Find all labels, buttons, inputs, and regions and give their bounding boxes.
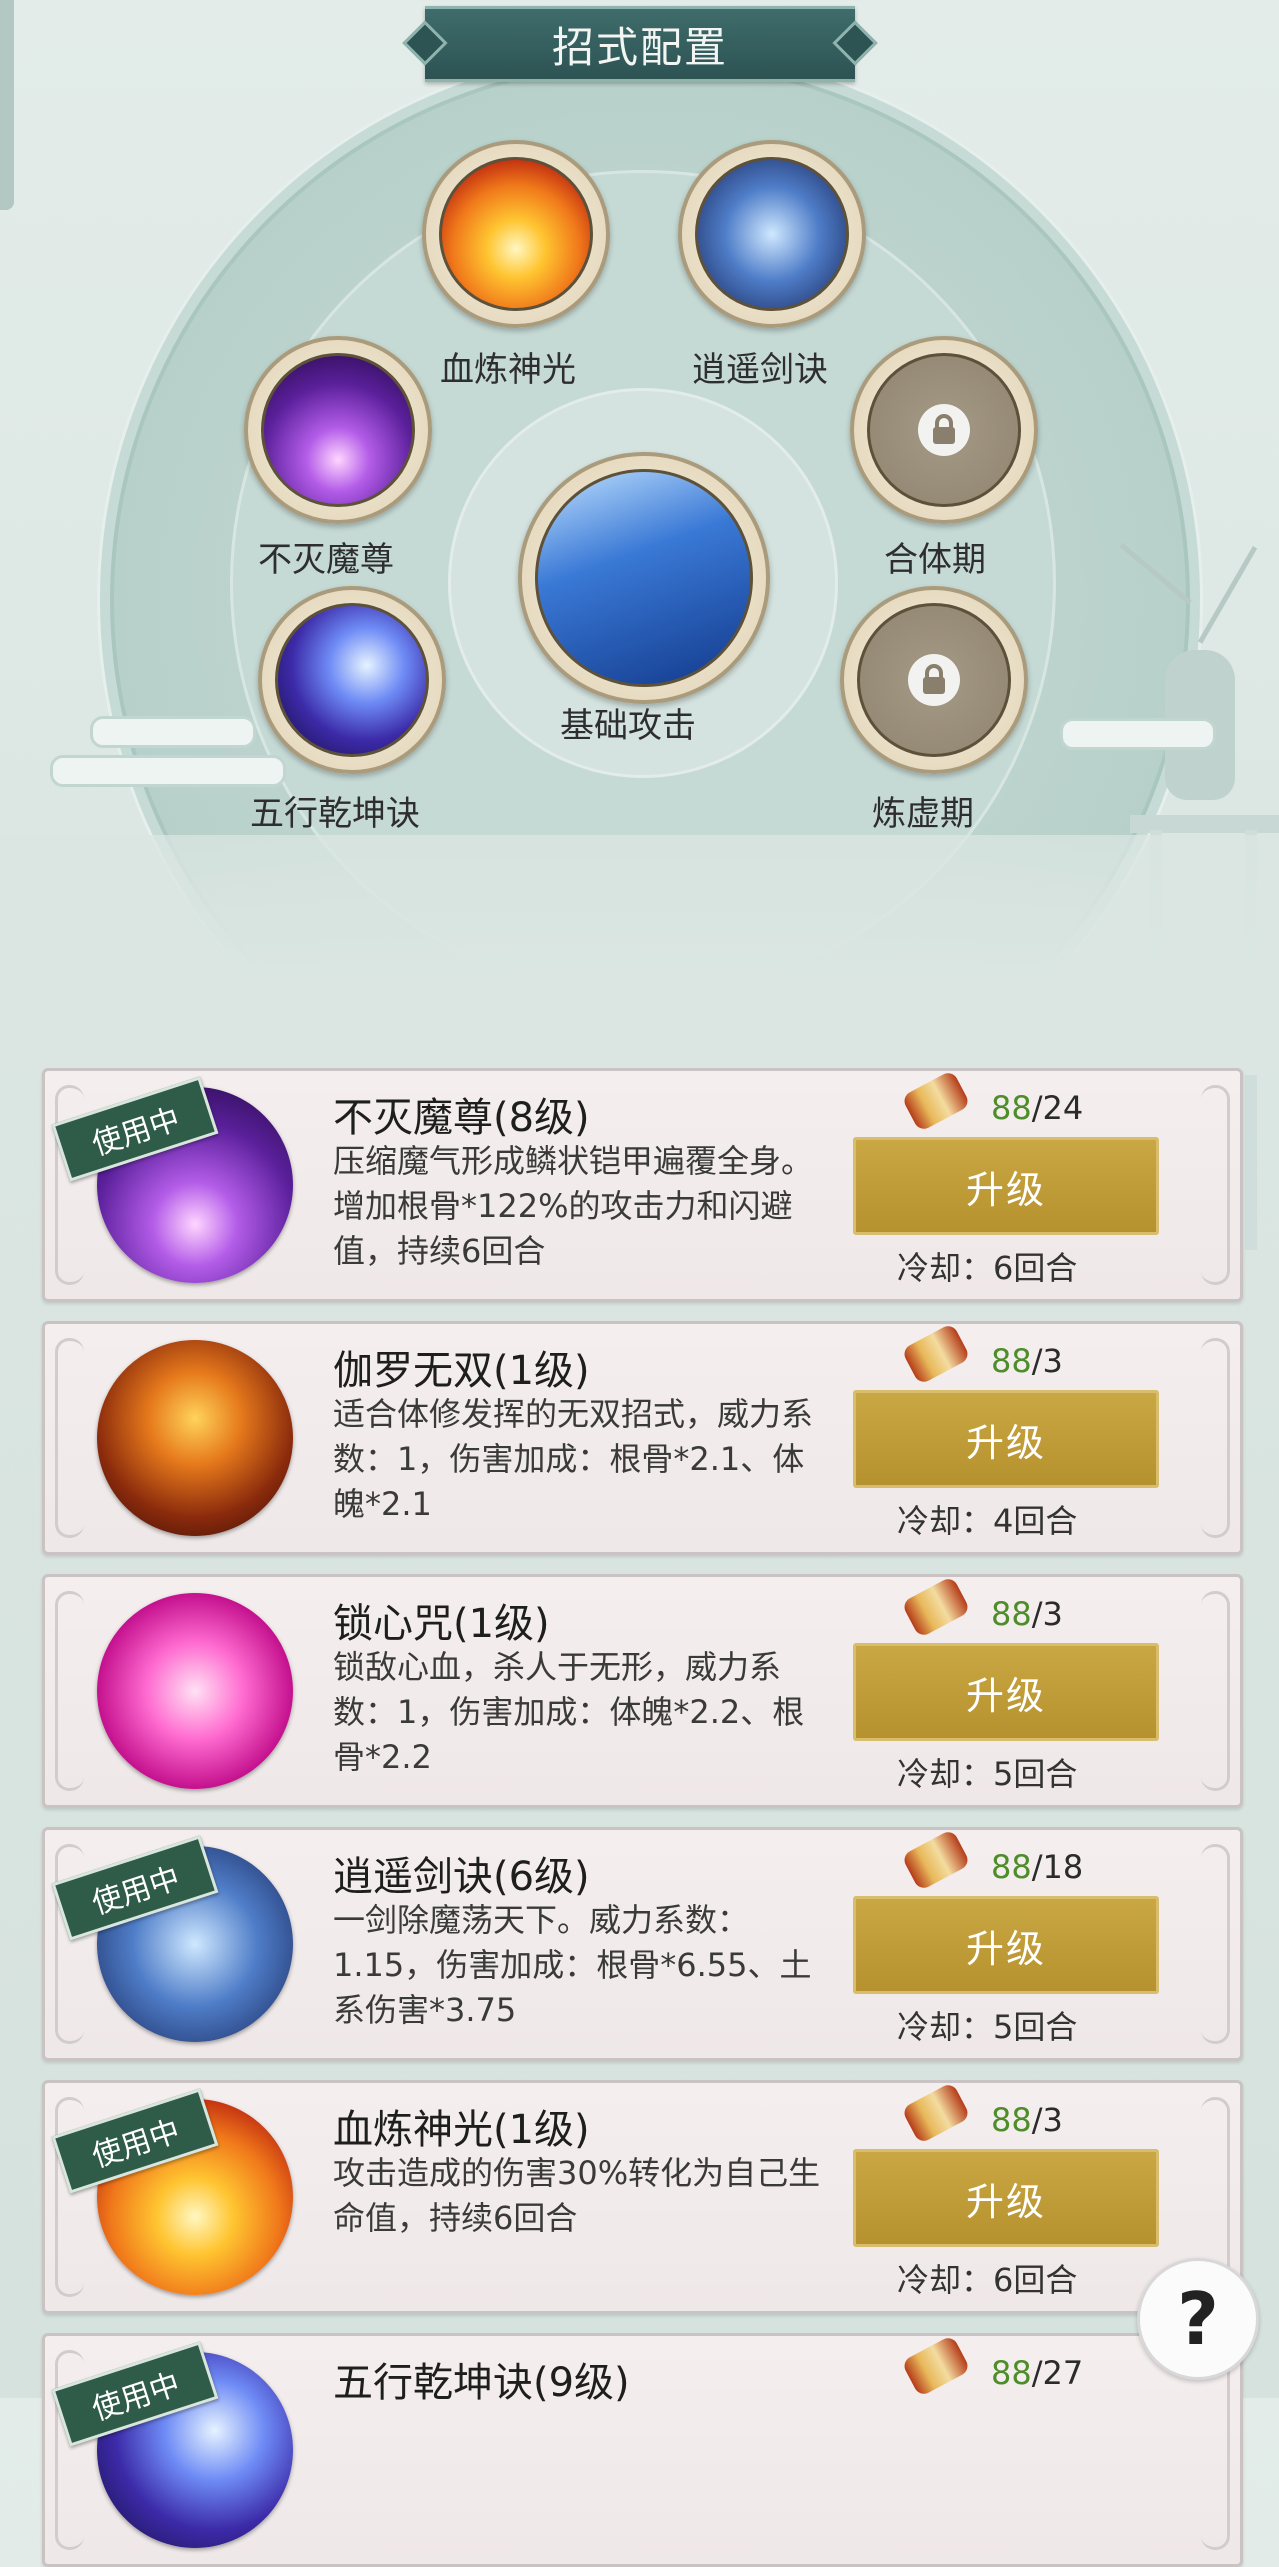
material-owned: 88 bbox=[991, 1089, 1032, 1127]
upgrade-button[interactable]: 升级 bbox=[853, 1137, 1159, 1235]
cloud-decoration bbox=[1060, 718, 1216, 750]
material-required: /3 bbox=[1031, 1595, 1063, 1633]
cloud-decoration bbox=[50, 755, 286, 787]
slot-label: 炼虚期 bbox=[872, 794, 974, 834]
slot-label: 逍遥剑诀 bbox=[692, 350, 828, 390]
skill-card[interactable]: 使用中 血炼神光(1级) 攻击造成的伤害30%转化为自己生命值，持续6回合 88… bbox=[42, 2080, 1243, 2314]
material-required: /3 bbox=[1031, 1342, 1063, 1380]
skill-name: 伽罗无双(1级) bbox=[333, 1348, 590, 1394]
demon-figure-icon bbox=[261, 353, 415, 507]
material-count: 88/3 bbox=[991, 1342, 1063, 1380]
cloud-decoration bbox=[90, 716, 256, 748]
material-required: /18 bbox=[1031, 1848, 1084, 1886]
cooldown-text: 冷却：4回合 bbox=[897, 1502, 1078, 1540]
page-title-banner: 招式配置 bbox=[425, 6, 855, 82]
slot-xiaoyao[interactable] bbox=[678, 140, 866, 328]
slot-label: 基础攻击 bbox=[560, 706, 696, 746]
skill-card[interactable]: 伽罗无双(1级) 适合体修发挥的无双招式，威力系数：1，伤害加成：根骨*2.1、… bbox=[42, 1321, 1243, 1555]
cooldown-text: 冷却：5回合 bbox=[897, 2008, 1078, 2046]
locked-slot-orb bbox=[857, 603, 1011, 757]
scroll-icon bbox=[901, 2081, 971, 2145]
material-count: 88/3 bbox=[991, 2101, 1063, 2139]
material-required: /24 bbox=[1031, 1089, 1084, 1127]
material-required: /3 bbox=[1031, 2101, 1063, 2139]
material-count: 88/27 bbox=[991, 2354, 1083, 2392]
material-count: 88/24 bbox=[991, 1089, 1083, 1127]
slot-hetiqi-locked[interactable] bbox=[850, 336, 1038, 524]
skill-card[interactable]: 锁心咒(1级) 锁敌心血，杀人于无形，威力系数：1，伤害加成：体魄*2.2、根骨… bbox=[42, 1574, 1243, 1808]
skill-card[interactable]: 使用中 逍遥剑诀(6级) 一剑除魔荡天下。威力系数：1.15，伤害加成：根骨*6… bbox=[42, 1827, 1243, 2061]
material-owned: 88 bbox=[991, 2101, 1032, 2139]
material-owned: 88 bbox=[991, 2354, 1032, 2392]
skill-name: 逍遥剑诀(6级) bbox=[333, 1854, 590, 1900]
scroll-icon bbox=[901, 1575, 971, 1639]
martial-figure-icon bbox=[535, 469, 753, 687]
skill-name: 五行乾坤诀(9级) bbox=[333, 2360, 630, 2406]
cooldown-text: 冷却：6回合 bbox=[897, 2261, 1078, 2299]
vortex-icon bbox=[275, 603, 429, 757]
skill-description: 攻击造成的伤害30%转化为自己生命值，持续6回合 bbox=[333, 2154, 821, 2237]
help-button[interactable]: ? bbox=[1137, 2258, 1259, 2380]
flying-swords-icon bbox=[695, 157, 849, 311]
scroll-icon bbox=[901, 1069, 971, 1133]
skill-name: 锁心咒(1级) bbox=[333, 1601, 550, 1647]
page-title: 招式配置 bbox=[551, 22, 728, 72]
slot-wuxing[interactable] bbox=[258, 586, 446, 774]
upgrade-button[interactable]: 升级 bbox=[853, 1643, 1159, 1741]
lock-icon bbox=[918, 404, 970, 456]
skill-name: 不灭魔尊(8级) bbox=[333, 1095, 590, 1141]
slot-basic-attack[interactable] bbox=[518, 452, 770, 704]
slot-label: 血炼神光 bbox=[440, 350, 576, 390]
slot-label: 不灭魔尊 bbox=[258, 540, 394, 580]
material-owned: 88 bbox=[991, 1595, 1032, 1633]
material-count: 88/3 bbox=[991, 1595, 1063, 1633]
wheel-fade bbox=[0, 835, 1279, 1075]
upgrade-button[interactable]: 升级 bbox=[853, 1390, 1159, 1488]
lock-icon bbox=[908, 654, 960, 706]
slot-lianxuqi-locked[interactable] bbox=[840, 586, 1028, 774]
cooldown-text: 冷却：6回合 bbox=[897, 1249, 1078, 1287]
slot-label: 合体期 bbox=[884, 540, 986, 580]
slot-xuelian[interactable] bbox=[422, 140, 610, 328]
side-handle[interactable] bbox=[0, 0, 14, 210]
scroll-icon bbox=[901, 1322, 971, 1386]
material-count: 88/18 bbox=[991, 1848, 1083, 1886]
armored-warrior-icon bbox=[97, 1340, 293, 1536]
branch-decoration bbox=[1197, 545, 1258, 644]
heart-orb-icon bbox=[97, 1593, 293, 1789]
upgrade-button[interactable]: 升级 bbox=[853, 1896, 1159, 1994]
upgrade-button[interactable]: 升级 bbox=[853, 2149, 1159, 2247]
slot-bumie[interactable] bbox=[244, 336, 432, 524]
skill-name: 血炼神光(1级) bbox=[333, 2107, 590, 2153]
skill-description: 一剑除魔荡天下。威力系数：1.15，伤害加成：根骨*6.55、土系伤害*3.75 bbox=[333, 1901, 812, 2029]
scroll-icon bbox=[901, 1828, 971, 1892]
fire-burst-icon bbox=[439, 157, 593, 311]
skill-description: 压缩魔气形成鳞状铠甲遍覆全身。增加根骨*122%的攻击力和闪避值，持续6回合 bbox=[333, 1142, 814, 1270]
material-owned: 88 bbox=[991, 1342, 1032, 1380]
locked-slot-orb bbox=[867, 353, 1021, 507]
slot-label: 五行乾坤诀 bbox=[250, 794, 420, 834]
material-required: /27 bbox=[1031, 2354, 1084, 2392]
cooldown-text: 冷却：5回合 bbox=[897, 1755, 1078, 1793]
skill-description: 锁敌心血，杀人于无形，威力系数：1，伤害加成：体魄*2.2、根骨*2.2 bbox=[333, 1648, 805, 1776]
skill-card[interactable]: 使用中 不灭魔尊(8级) 压缩魔气形成鳞状铠甲遍覆全身。增加根骨*122%的攻击… bbox=[42, 1068, 1243, 1302]
scroll-icon bbox=[901, 2334, 971, 2398]
material-owned: 88 bbox=[991, 1848, 1032, 1886]
skill-card[interactable]: 使用中 五行乾坤诀(9级) 88/27 bbox=[42, 2333, 1243, 2567]
skill-description: 适合体修发挥的无双招式，威力系数：1，伤害加成：根骨*2.1、体魄*2.1 bbox=[333, 1395, 814, 1523]
